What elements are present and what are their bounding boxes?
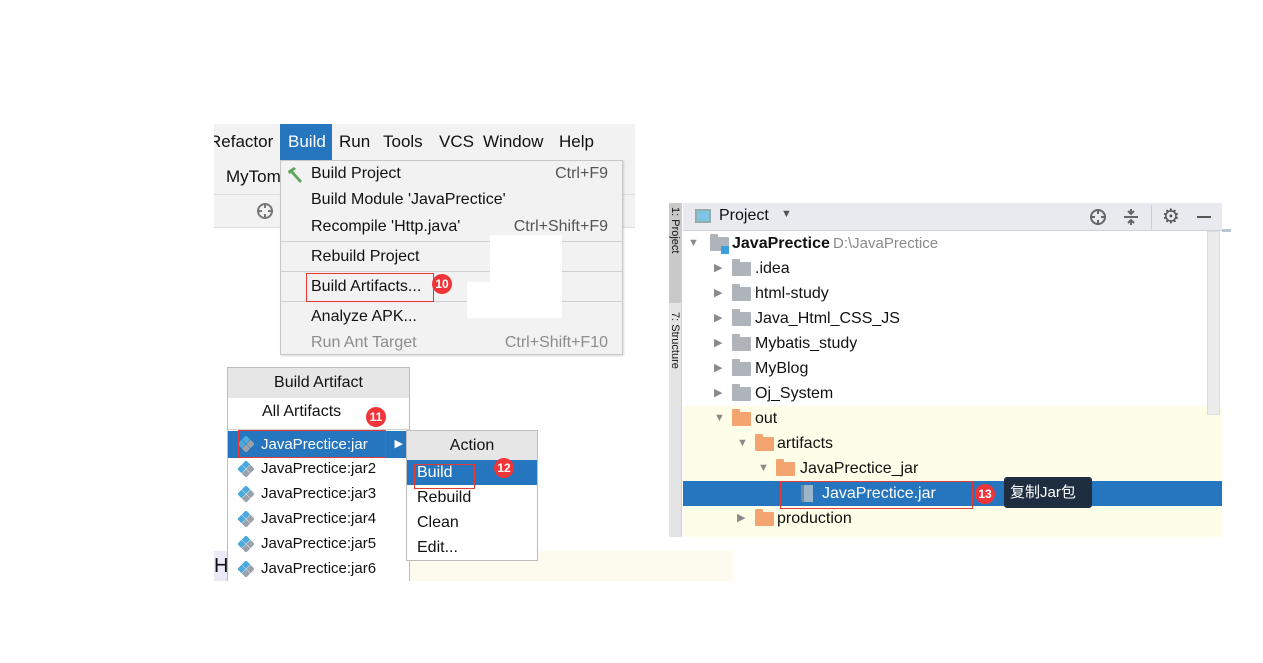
folder-icon xyxy=(732,409,751,426)
tree-item[interactable]: ▶ production xyxy=(683,506,1222,531)
collapse-arrow-icon[interactable]: ▶ xyxy=(714,281,722,306)
build-artifact-popup: Build Artifact All Artifacts JavaPrectic… xyxy=(227,367,410,581)
run-config-selector[interactable]: MyTom xyxy=(226,167,281,187)
project-view-selector[interactable]: Project xyxy=(719,207,769,225)
menu-item-recompile[interactable]: Recompile 'Http.java' Ctrl+Shift+F9 xyxy=(311,214,608,240)
tree-item[interactable]: ▼ out xyxy=(683,406,1222,431)
highlight-box xyxy=(414,464,475,489)
locate-icon[interactable] xyxy=(256,202,274,220)
tree-item[interactable]: ▶ Java_Html_CSS_JS xyxy=(683,306,1222,331)
module-badge-icon xyxy=(721,246,729,254)
expand-arrow-icon[interactable]: ▼ xyxy=(758,456,769,481)
tree-item[interactable]: ▶ Mybatis_study xyxy=(683,331,1222,356)
locate-icon[interactable] xyxy=(1089,208,1107,226)
divider xyxy=(281,241,622,242)
redaction-patch xyxy=(467,282,492,318)
folder-icon xyxy=(755,434,774,451)
collapse-arrow-icon[interactable]: ▶ xyxy=(714,256,722,281)
artifact-icon xyxy=(238,486,254,502)
action-clean[interactable]: Clean xyxy=(407,510,537,535)
artifact-icon xyxy=(238,536,254,552)
menu-item-run-ant-target: Run Ant Target Ctrl+Shift+F10 xyxy=(311,334,608,351)
tree-item[interactable]: ▶ .idea xyxy=(683,256,1222,281)
artifact-item[interactable]: JavaPrectice:jar5 xyxy=(228,531,409,556)
editor-text: H xyxy=(214,551,228,581)
expand-arrow-icon[interactable]: ▼ xyxy=(714,406,725,431)
menu-tools[interactable]: Tools xyxy=(379,124,427,160)
collapse-arrow-icon[interactable]: ▶ xyxy=(714,331,722,356)
popup-title: Build Artifact xyxy=(228,368,409,398)
collapse-arrow-icon[interactable]: ▶ xyxy=(714,356,722,381)
step-badge: 10 xyxy=(432,274,452,294)
tooltip: 复制Jar包 xyxy=(1004,477,1092,508)
artifact-item[interactable]: JavaPrectice:jar4 xyxy=(228,506,409,531)
menu-refactor[interactable]: Refactor xyxy=(214,124,277,160)
folder-icon xyxy=(732,384,751,401)
menu-window[interactable]: Window xyxy=(479,124,547,160)
tree-item[interactable]: ▶ MyBlog xyxy=(683,356,1222,381)
menu-build[interactable]: Build xyxy=(280,124,332,160)
popup-title: Action xyxy=(407,431,537,460)
collapse-arrow-icon[interactable]: ▶ xyxy=(714,381,722,406)
tree-item[interactable]: ▼ artifacts xyxy=(683,431,1222,456)
submenu-arrow-icon: ▶ xyxy=(394,438,403,450)
menu-item-build-module[interactable]: Build Module 'JavaPrectice' xyxy=(311,187,608,213)
action-popup: Action Build Rebuild Clean Edit... xyxy=(406,430,538,561)
redaction-patch xyxy=(490,235,562,318)
highlight-box xyxy=(780,481,973,509)
artifact-item[interactable]: JavaPrectice:jar6 xyxy=(228,556,409,581)
side-tab-project[interactable]: 1: Project xyxy=(669,203,681,303)
menu-vcs[interactable]: VCS xyxy=(435,124,478,160)
expand-arrow-icon[interactable]: ▼ xyxy=(737,431,748,456)
tree-item[interactable]: ▶ Oj_System xyxy=(683,381,1222,406)
tree-item[interactable]: ▶ html-study xyxy=(683,281,1222,306)
folder-icon xyxy=(732,359,751,376)
tree-root[interactable]: ▼ JavaPrectice D:\JavaPrectice xyxy=(683,231,1222,256)
folder-icon xyxy=(755,509,774,526)
side-tab-structure[interactable]: 7: Structure xyxy=(669,308,681,408)
step-badge: 13 xyxy=(975,484,995,504)
highlight-box xyxy=(238,430,386,458)
artifact-icon xyxy=(238,511,254,527)
step-badge: 12 xyxy=(494,458,514,478)
collapse-arrow-icon[interactable]: ▶ xyxy=(737,506,745,531)
divider xyxy=(281,271,622,272)
folder-icon xyxy=(732,309,751,326)
action-edit[interactable]: Edit... xyxy=(407,535,537,560)
folder-icon xyxy=(732,284,751,301)
build-menu: Build Project Ctrl+F9 Build Module 'JavaP… xyxy=(280,160,623,355)
expand-arrow-icon[interactable]: ▼ xyxy=(688,231,699,256)
divider xyxy=(1151,205,1152,229)
artifact-item[interactable]: JavaPrectice:jar2 xyxy=(228,456,409,481)
divider xyxy=(1222,229,1231,232)
folder-icon xyxy=(732,259,751,276)
artifact-icon xyxy=(238,561,254,577)
folder-icon xyxy=(776,459,795,476)
menu-run[interactable]: Run xyxy=(335,124,374,160)
project-view-icon xyxy=(695,209,711,223)
menu-item-analyze-apk[interactable]: Analyze APK... xyxy=(311,304,608,330)
step-badge: 11 xyxy=(366,407,386,427)
project-panel-header: Project ▼ ⚙ xyxy=(683,203,1222,231)
gear-icon[interactable]: ⚙ xyxy=(1162,204,1180,229)
hammer-icon xyxy=(288,167,302,183)
tree-item[interactable]: ▼ JavaPrectice_jar xyxy=(683,456,1222,481)
menu-item-build-project[interactable]: Build Project Ctrl+F9 xyxy=(311,161,608,187)
menu-help[interactable]: Help xyxy=(555,124,598,160)
menu-bar: Refactor Build Run Tools VCS Window Help xyxy=(214,124,635,160)
side-tool-stripe: 1: Project 7: Structure xyxy=(669,203,682,537)
collapse-all-icon[interactable] xyxy=(1123,208,1139,226)
minimize-icon[interactable] xyxy=(1197,216,1211,218)
highlight-box xyxy=(306,273,434,302)
folder-icon xyxy=(732,334,751,351)
menu-item-rebuild-project[interactable]: Rebuild Project xyxy=(311,244,608,270)
collapse-arrow-icon[interactable]: ▶ xyxy=(714,306,722,331)
artifact-icon xyxy=(238,461,254,477)
artifact-item[interactable]: JavaPrectice:jar3 xyxy=(228,481,409,506)
chevron-down-icon[interactable]: ▼ xyxy=(781,208,792,220)
